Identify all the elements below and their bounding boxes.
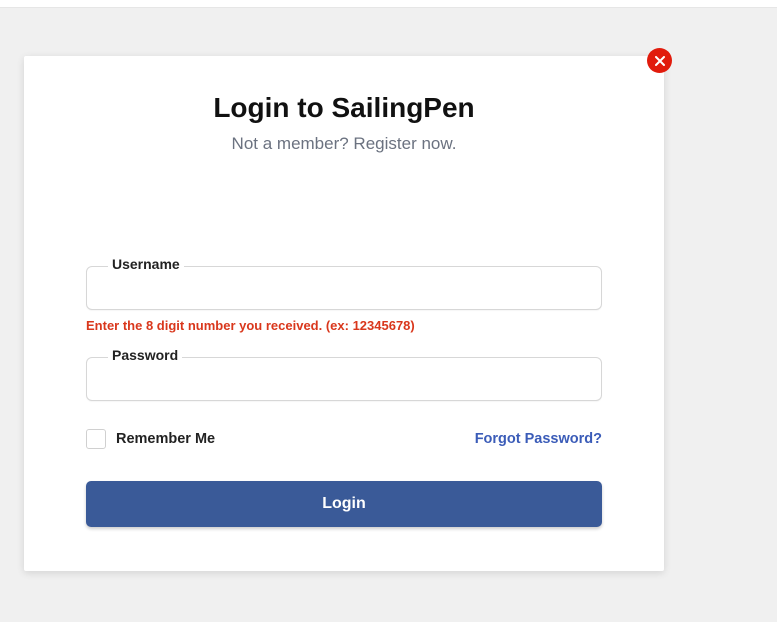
login-modal: Login to SailingPen Not a member? Regist…	[24, 56, 664, 571]
remember-checkbox[interactable]	[86, 429, 106, 449]
login-form: Username Enter the 8 digit number you re…	[86, 266, 602, 527]
username-error: Enter the 8 digit number you received. (…	[86, 318, 602, 333]
stage: Login to SailingPen Not a member? Regist…	[0, 8, 777, 622]
forgot-password-link[interactable]: Forgot Password?	[475, 431, 602, 447]
remember-wrap: Remember Me	[86, 429, 215, 449]
modal-subtitle: Not a member? Register now.	[86, 134, 602, 154]
modal-title: Login to SailingPen	[86, 92, 602, 124]
username-field-wrap: Username	[86, 266, 602, 310]
remember-label: Remember Me	[116, 431, 215, 447]
username-input[interactable]	[86, 266, 602, 310]
options-row: Remember Me Forgot Password?	[86, 429, 602, 449]
password-field-wrap: Password	[86, 357, 602, 401]
username-label: Username	[108, 256, 184, 272]
close-icon	[655, 56, 665, 66]
login-button[interactable]: Login	[86, 481, 602, 527]
password-input[interactable]	[86, 357, 602, 401]
password-label: Password	[108, 347, 182, 363]
top-strip	[0, 0, 777, 8]
close-button[interactable]	[647, 48, 672, 73]
